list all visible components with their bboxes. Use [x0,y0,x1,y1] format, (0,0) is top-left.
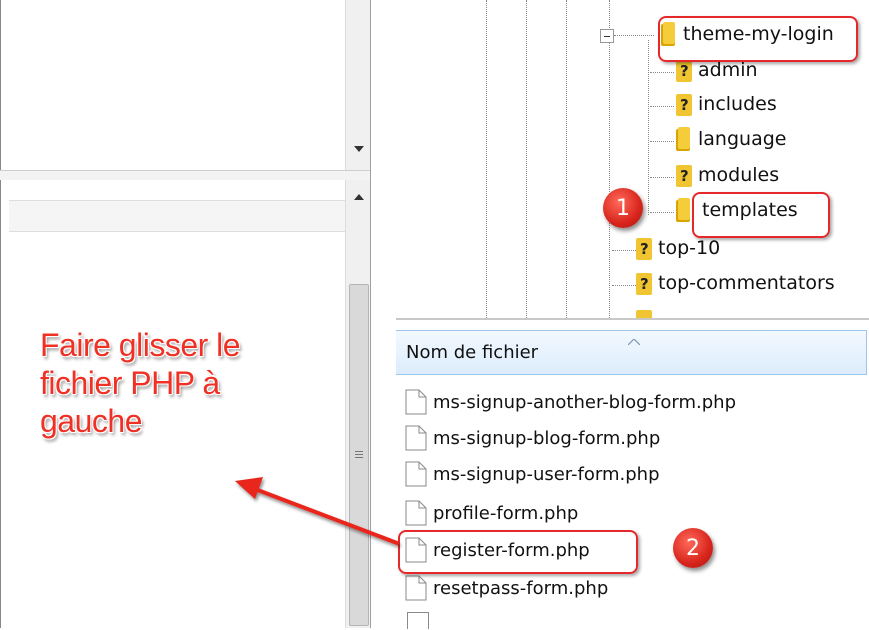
svg-text:?: ? [680,62,689,80]
file-icon [405,500,427,526]
file-name: ms-signup-another-blog-form.php [433,391,736,413]
file-icon [405,389,427,415]
scroll-up-arrow-icon[interactable] [346,188,371,205]
file-row[interactable]: resetpass-form.php [405,575,608,601]
column-header-label: Nom de fichier [406,342,539,363]
tree-item-label: top-10 [658,237,721,259]
left-pane-top [0,0,371,178]
left-pane-header-strip [9,200,346,232]
tree-item-label: modules [698,164,780,186]
folder-icon [676,198,692,222]
left-top-scrollbar[interactable] [345,0,371,170]
file-name: resetpass-form.php [433,577,609,599]
file-row-partial [407,612,429,629]
drag-arrow-icon [235,477,399,545]
left-bottom-scrollbar[interactable] [345,180,371,628]
instruction-line: gauche [40,403,142,439]
unknown-folder-icon: ? [636,236,652,260]
highlight-theme-my-login [658,16,858,62]
tree-item-modules[interactable]: ? modules [676,163,779,187]
unknown-folder-icon: ? [636,271,652,295]
tree-item-label: admin [698,59,758,81]
step-badge-2: 2 [673,528,713,568]
tree-item-partial [636,310,869,318]
tree-item-includes[interactable]: ? includes [676,92,777,116]
svg-text:?: ? [680,167,689,185]
svg-text:?: ? [640,275,649,293]
tree-item-label: top-commentators [658,272,835,294]
file-icon [405,575,427,601]
tree-item-label: includes [698,93,777,115]
file-name: ms-signup-user-form.php [433,463,660,485]
file-icon [405,461,427,487]
svg-text:?: ? [680,96,689,114]
unknown-folder-icon: ? [676,92,692,116]
scroll-grip-icon [355,451,363,459]
scroll-thumb[interactable] [349,284,369,626]
tree-item-top-commentators[interactable]: ? top-commentators [636,271,835,295]
highlight-register-form [398,530,638,574]
instruction-line: fichier PHP à [40,365,220,401]
column-header-name[interactable]: Nom de fichier [396,330,867,375]
file-name: profile-form.php [433,502,579,524]
instruction-text: Faire glisser le fichier PHP à gauche [40,326,340,440]
step-badge-1: 1 [603,188,643,228]
file-row[interactable]: ms-signup-blog-form.php [405,425,660,451]
svg-text:?: ? [640,240,649,258]
highlight-templates [692,192,830,238]
sort-ascending-icon [627,330,641,349]
file-name: ms-signup-blog-form.php [433,427,661,449]
file-row[interactable]: ms-signup-another-blog-form.php [405,389,736,415]
tree-item-language[interactable]: language [676,127,786,151]
scroll-down-arrow-icon[interactable] [346,140,371,157]
tree-item-label: language [698,128,787,150]
file-icon [405,425,427,451]
collapse-expander-icon[interactable] [600,29,614,43]
file-row[interactable]: ms-signup-user-form.php [405,461,660,487]
instruction-line: Faire glisser le [40,327,241,363]
unknown-folder-icon: ? [676,163,692,187]
folder-icon [676,127,692,151]
file-row[interactable]: profile-form.php [405,500,578,526]
tree-item-top-10[interactable]: ? top-10 [636,236,720,260]
